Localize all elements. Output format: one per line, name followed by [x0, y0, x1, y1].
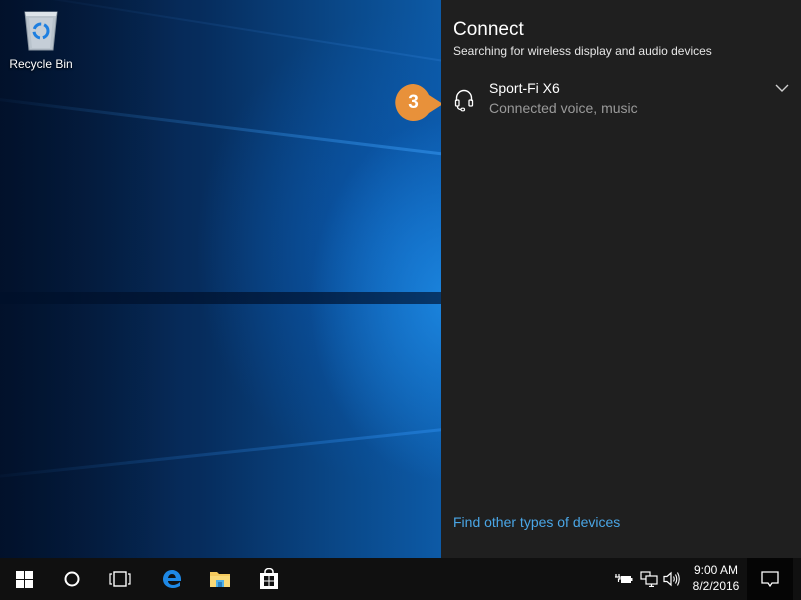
- headset-icon: [454, 88, 474, 116]
- task-view-button[interactable]: [96, 558, 144, 600]
- chevron-down-icon[interactable]: [775, 78, 793, 92]
- windows-logo-icon: [15, 570, 33, 588]
- network-tray-button[interactable]: [640, 570, 658, 588]
- cortana-button[interactable]: [48, 558, 96, 600]
- panel-title: Connect: [453, 19, 524, 40]
- step-callout: 3: [395, 84, 445, 122]
- taskbar: 9:00 AM 8/2/2016: [0, 558, 801, 600]
- taskbar-clock[interactable]: 9:00 AM 8/2/2016: [686, 562, 746, 594]
- network-icon: [640, 571, 658, 587]
- start-button[interactable]: [0, 558, 48, 600]
- desktop-wallpaper: Recycle Bin: [0, 0, 441, 558]
- edge-browser-icon: [163, 570, 181, 588]
- cortana-circle-icon: [64, 571, 80, 587]
- panel-subtitle: Searching for wireless display and audio…: [453, 44, 712, 58]
- task-view-icon: [109, 571, 131, 587]
- store-button[interactable]: [245, 558, 293, 600]
- find-other-devices-link[interactable]: Find other types of devices: [453, 514, 620, 530]
- power-tray-button[interactable]: [615, 570, 633, 588]
- desktop-icon-recycle-bin[interactable]: Recycle Bin: [4, 6, 78, 71]
- recycle-bin-icon: [24, 11, 58, 51]
- clock-date: 8/2/2016: [692, 579, 740, 593]
- store-bag-icon: [260, 568, 278, 589]
- edge-taskbar-button[interactable]: [148, 558, 196, 600]
- file-explorer-button[interactable]: [196, 558, 244, 600]
- action-center-icon: [761, 570, 779, 587]
- device-list-item[interactable]: Sport-Fi X6 Connected voice, music: [441, 72, 801, 128]
- action-center-button[interactable]: [747, 558, 793, 600]
- clock-time: 9:00 AM: [693, 563, 739, 577]
- folder-icon: [210, 572, 230, 587]
- battery-plug-icon: [615, 574, 633, 583]
- desktop-icon-label: Recycle Bin: [9, 57, 73, 71]
- wallpaper-dark-band: [0, 292, 441, 304]
- volume-tray-button[interactable]: [663, 570, 681, 588]
- connect-panel: Connect Searching for wireless display a…: [441, 0, 801, 558]
- speaker-icon: [663, 571, 680, 587]
- callout-number: 3: [408, 92, 419, 113]
- device-status: Connected voice, music: [489, 100, 638, 116]
- device-name: Sport-Fi X6: [489, 80, 560, 96]
